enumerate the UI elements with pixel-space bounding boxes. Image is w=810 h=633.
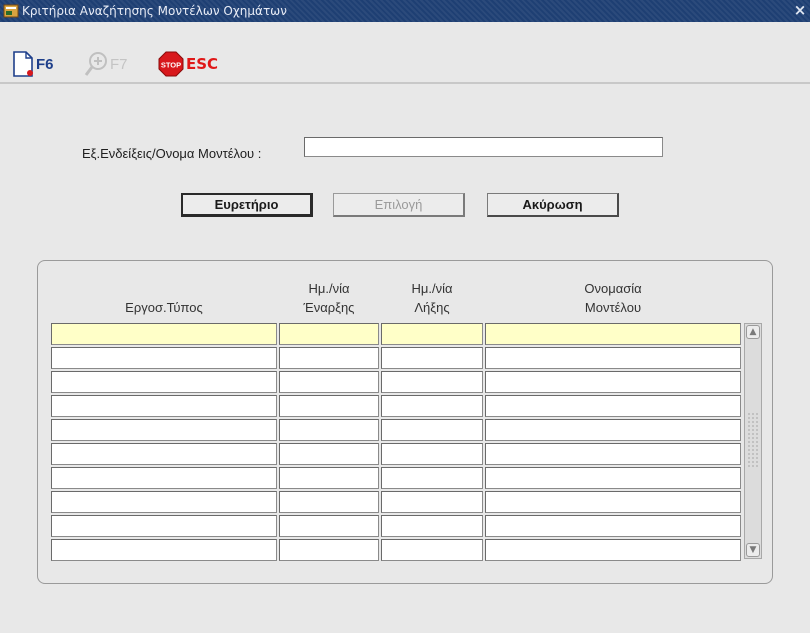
cell-model-name[interactable] [485, 491, 741, 513]
table-row [51, 323, 741, 345]
column-header-start-date-line2: Έναρξης [303, 300, 355, 315]
vertical-scrollbar[interactable]: ▲ ▼ [744, 323, 762, 559]
column-header-type-line1 [51, 279, 277, 298]
cell-type[interactable] [51, 443, 277, 465]
column-header-end-date-line1: Ημ./νία [411, 281, 453, 296]
cell-start-date[interactable] [279, 323, 379, 345]
cell-end-date[interactable] [381, 515, 483, 537]
column-header-end-date-line2: Λήξης [414, 300, 450, 315]
table-row [51, 443, 741, 465]
cell-model-name[interactable] [485, 395, 741, 417]
cell-type[interactable] [51, 347, 277, 369]
new-document-icon [13, 51, 33, 77]
cell-end-date[interactable] [381, 443, 483, 465]
cell-model-name[interactable] [485, 347, 741, 369]
window-titlebar: Κριτήρια Αναζήτησης Μοντέλων Οχημάτων × [0, 0, 810, 22]
model-name-input[interactable] [304, 137, 663, 157]
table-row [51, 371, 741, 393]
cell-start-date[interactable] [279, 419, 379, 441]
column-header-start-date-line1: Ημ./νία [308, 281, 350, 296]
column-header-model-name-line2: Μοντέλου [584, 300, 642, 315]
cell-end-date[interactable] [381, 371, 483, 393]
stop-sign-icon: STOP [158, 51, 184, 77]
column-header-end-date: Ημ./νία Λήξης [381, 279, 483, 317]
cell-start-date[interactable] [279, 443, 379, 465]
cell-end-date[interactable] [381, 395, 483, 417]
cell-end-date[interactable] [381, 491, 483, 513]
cell-type[interactable] [51, 467, 277, 489]
cell-model-name[interactable] [485, 419, 741, 441]
enter-query-button[interactable]: F7 [84, 44, 128, 84]
cell-type[interactable] [51, 539, 277, 561]
cell-start-date[interactable] [279, 515, 379, 537]
cell-model-name[interactable] [485, 467, 741, 489]
cell-start-date[interactable] [279, 395, 379, 417]
cell-type[interactable] [51, 371, 277, 393]
cell-start-date[interactable] [279, 347, 379, 369]
results-panel: Εργοσ.Τύπος Ημ./νία Έναρξης Ημ./νία Λήξη… [37, 260, 773, 584]
cell-type[interactable] [51, 419, 277, 441]
window-title: Κριτήρια Αναζήτησης Μοντέλων Οχημάτων [22, 4, 287, 18]
model-field-label: Εξ.Ενδείξεις/Ονομα Μοντέλου : [82, 146, 262, 161]
cell-end-date[interactable] [381, 539, 483, 561]
cell-start-date[interactable] [279, 371, 379, 393]
table-row [51, 467, 741, 489]
table-row [51, 515, 741, 537]
form-canvas: Εξ.Ενδείξεις/Ονομα Μοντέλου : Ευρετήριο … [0, 86, 810, 633]
exit-button[interactable]: STOP ESC [158, 44, 218, 84]
scroll-down-icon[interactable]: ▼ [746, 543, 760, 557]
cell-model-name[interactable] [485, 539, 741, 561]
column-header-type: Εργοσ.Τύπος [51, 279, 277, 317]
zoom-plus-icon [84, 52, 107, 76]
cell-model-name[interactable] [485, 371, 741, 393]
cell-end-date[interactable] [381, 467, 483, 489]
stop-sign-text: STOP [161, 61, 181, 70]
cell-type[interactable] [51, 491, 277, 513]
new-record-label: F6 [36, 55, 54, 73]
cell-start-date[interactable] [279, 491, 379, 513]
table-row [51, 395, 741, 417]
cancel-button[interactable]: Ακύρωση [487, 193, 619, 217]
cell-model-name[interactable] [485, 515, 741, 537]
new-record-button[interactable]: F6 [12, 44, 54, 84]
table-row [51, 539, 741, 561]
close-icon[interactable]: × [792, 0, 808, 22]
toolbar: F6 F7 STOP ESC [0, 22, 810, 84]
cell-type[interactable] [51, 395, 277, 417]
index-button[interactable]: Ευρετήριο [181, 193, 313, 217]
table-row [51, 419, 741, 441]
table-row [51, 491, 741, 513]
table-row [51, 347, 741, 369]
column-header-type-line2: Εργοσ.Τύπος [125, 300, 203, 315]
cell-end-date[interactable] [381, 419, 483, 441]
cell-end-date[interactable] [381, 323, 483, 345]
enter-query-label: F7 [110, 55, 128, 73]
cell-type[interactable] [51, 515, 277, 537]
exit-label: ESC [186, 55, 219, 73]
scroll-up-icon[interactable]: ▲ [746, 325, 760, 339]
column-header-model-name: Ονομασία Μοντέλου [485, 279, 741, 317]
scroll-thumb[interactable] [747, 412, 759, 468]
app-icon [3, 4, 19, 18]
column-header-start-date: Ημ./νία Έναρξης [279, 279, 379, 317]
cell-start-date[interactable] [279, 467, 379, 489]
select-button[interactable]: Επιλογή [333, 193, 465, 217]
cell-type[interactable] [51, 323, 277, 345]
cell-model-name[interactable] [485, 443, 741, 465]
cell-end-date[interactable] [381, 347, 483, 369]
cell-model-name[interactable] [485, 323, 741, 345]
cell-start-date[interactable] [279, 539, 379, 561]
column-header-model-name-line1: Ονομασία [584, 281, 642, 296]
